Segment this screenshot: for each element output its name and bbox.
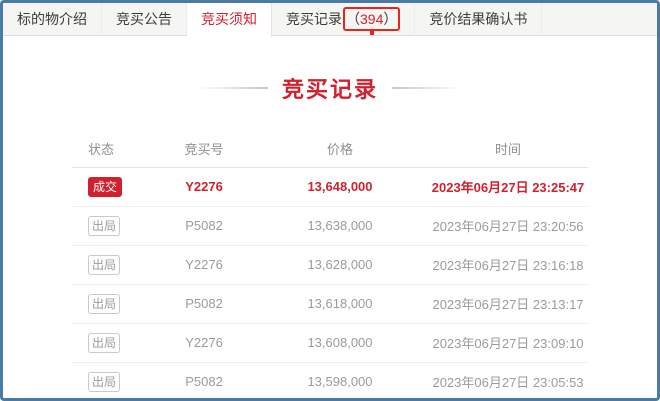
table-row: 出局 P5082 13,618,000 2023年06月27日 23:13:17 <box>72 284 588 323</box>
status-badge: 出局 <box>88 333 120 353</box>
time-cell: 2023年06月27日 23:05:53 <box>428 362 588 401</box>
price-cell: 13,628,000 <box>252 245 428 284</box>
price-cell: 13,618,000 <box>252 284 428 323</box>
time-cell: 2023年06月27日 23:16:18 <box>428 245 588 284</box>
page-title: 竞买记录 <box>282 72 378 104</box>
tab-subject-introduction[interactable]: 标的物介绍 <box>3 3 102 36</box>
price-cell: 13,638,000 <box>252 206 428 245</box>
count-paren-open: （ <box>346 11 360 27</box>
bidder-cell: P5082 <box>156 284 252 323</box>
tab-bar: 标的物介绍 竞买公告 竞买须知 竞买记录（394） 竞价结果确认书 <box>3 3 657 36</box>
tab-auction-announcement[interactable]: 竞买公告 <box>102 3 187 36</box>
title-decoration-line-right <box>392 87 462 89</box>
price-cell: 13,608,000 <box>252 323 428 362</box>
tab-price-result-confirmation[interactable]: 竞价结果确认书 <box>415 3 542 36</box>
bidder-cell: Y2276 <box>156 167 252 206</box>
time-cell: 2023年06月27日 23:25:47 <box>428 167 588 206</box>
header-time: 时间 <box>428 130 588 167</box>
bidder-cell: P5082 <box>156 206 252 245</box>
status-badge: 出局 <box>88 294 120 314</box>
count-paren-close: ） <box>383 11 397 27</box>
tab-bid-records[interactable]: 竞买记录（394） <box>272 3 415 36</box>
status-badge: 出局 <box>88 255 120 275</box>
time-cell: 2023年06月27日 23:20:56 <box>428 206 588 245</box>
tab-bidding-instructions[interactable]: 竞买须知 <box>187 3 272 37</box>
table-row: 出局 Y2276 13,608,000 2023年06月27日 23:09:10 <box>72 323 588 362</box>
bid-table-body: 成交 Y2276 13,648,000 2023年06月27日 23:25:47… <box>72 167 588 401</box>
time-cell: 2023年06月27日 23:09:10 <box>428 323 588 362</box>
price-cell: 13,598,000 <box>252 362 428 401</box>
annotation-box: （394） <box>343 7 400 31</box>
table-row: 出局 P5082 13,638,000 2023年06月27日 23:20:56 <box>72 206 588 245</box>
bidder-cell: Y2276 <box>156 323 252 362</box>
header-status: 状态 <box>72 130 156 167</box>
browser-content-frame: 标的物介绍 竞买公告 竞买须知 竞买记录（394） 竞价结果确认书 竞买记录 状… <box>0 0 660 401</box>
title-decoration-line-left <box>198 87 268 89</box>
bidder-cell: Y2276 <box>156 245 252 284</box>
price-cell: 13,648,000 <box>252 167 428 206</box>
status-badge: 出局 <box>88 216 120 236</box>
bidder-cell: P5082 <box>156 362 252 401</box>
header-bidder-number: 竞买号 <box>156 130 252 167</box>
status-cell: 出局 <box>72 245 156 284</box>
table-row: 出局 Y2276 13,628,000 2023年06月27日 23:16:18 <box>72 245 588 284</box>
section-title-wrap: 竞买记录 <box>3 72 657 104</box>
bid-records-count: 394 <box>360 11 383 27</box>
status-badge: 成交 <box>88 177 122 197</box>
table-header-row: 状态 竞买号 价格 时间 <box>72 130 588 167</box>
status-cell: 出局 <box>72 362 156 401</box>
status-badge: 出局 <box>88 372 120 392</box>
time-cell: 2023年06月27日 23:13:17 <box>428 284 588 323</box>
status-cell: 出局 <box>72 206 156 245</box>
bid-records-table: 状态 竞买号 价格 时间 成交 Y2276 13,648,000 2023年06… <box>72 130 588 401</box>
tab-bid-records-label: 竞买记录 <box>286 11 342 27</box>
status-cell: 出局 <box>72 323 156 362</box>
status-cell: 出局 <box>72 284 156 323</box>
table-row: 出局 P5082 13,598,000 2023年06月27日 23:05:53 <box>72 362 588 401</box>
table-row: 成交 Y2276 13,648,000 2023年06月27日 23:25:47 <box>72 167 588 206</box>
status-cell: 成交 <box>72 167 156 206</box>
annotation-caret <box>370 31 374 35</box>
header-price: 价格 <box>252 130 428 167</box>
